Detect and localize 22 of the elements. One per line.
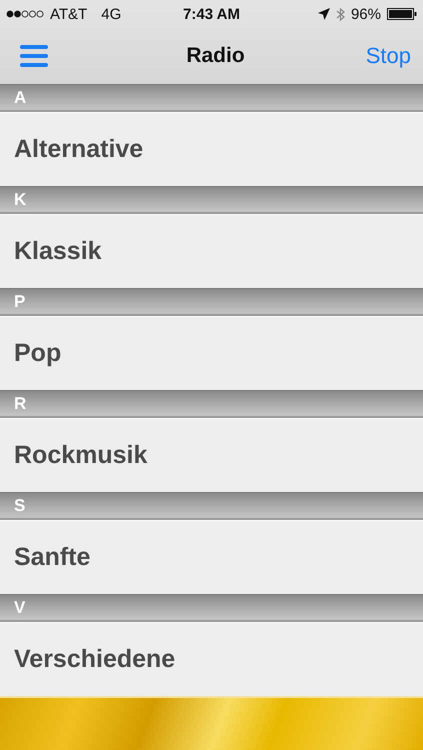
screen-title: Radio (186, 44, 245, 68)
section-letter: R (14, 394, 26, 414)
section-letter: P (14, 292, 26, 312)
menu-button[interactable] (20, 44, 50, 68)
carrier: AT&T (50, 6, 88, 22)
section-letter: A (14, 88, 26, 108)
genre-label: Verschiedene (14, 645, 176, 674)
signal-icon (6, 10, 44, 18)
genre-label: Pop (14, 339, 62, 368)
genre-label: Rockmusik (14, 441, 148, 470)
genre-label: Klassik (14, 237, 102, 266)
battery-icon (387, 8, 417, 20)
section-letter: K (14, 190, 26, 210)
battery-percent: 96% (350, 6, 381, 22)
location-icon (318, 8, 330, 20)
genre-label: Alternative (14, 135, 144, 164)
section-letter: V (14, 598, 26, 618)
bluetooth-icon (336, 6, 345, 22)
network-type: 4G (101, 6, 122, 22)
genre-label: Sanfte (14, 543, 90, 572)
clock: 7:43 AM (183, 6, 240, 22)
section-letter: S (14, 496, 26, 516)
